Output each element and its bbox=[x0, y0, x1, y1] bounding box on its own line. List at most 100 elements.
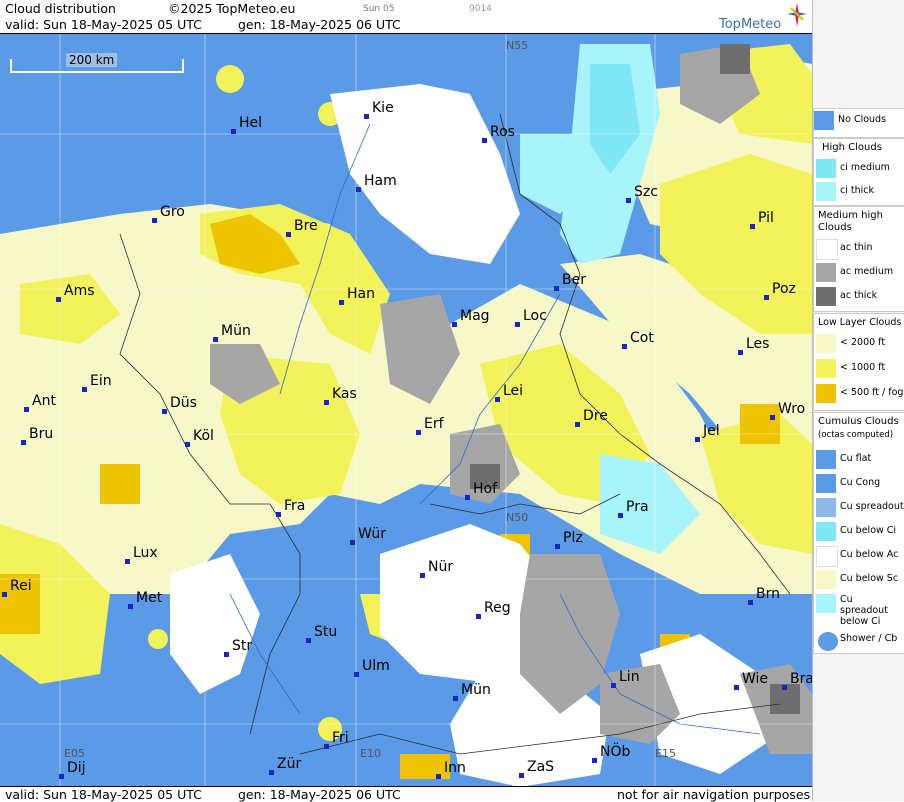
city-marker bbox=[764, 295, 769, 300]
legend-label-no-clouds: No Clouds bbox=[838, 114, 887, 125]
city-label: Reg bbox=[484, 600, 511, 616]
city-marker bbox=[622, 344, 627, 349]
city-label: Bra bbox=[790, 671, 812, 687]
city-marker bbox=[269, 770, 274, 775]
city-marker bbox=[56, 297, 61, 302]
city-label: Lei bbox=[503, 383, 523, 399]
city-marker bbox=[626, 198, 631, 203]
city-marker bbox=[354, 672, 359, 677]
city-label: Pra bbox=[626, 499, 649, 515]
city-marker bbox=[734, 685, 739, 690]
city-label: Inn bbox=[444, 760, 466, 776]
legend-panel: No Clouds High Clouds ci medium ci thick… bbox=[812, 0, 904, 801]
valid-time: valid: Sun 18-May-2025 05 UTC bbox=[5, 17, 202, 32]
city-marker bbox=[152, 218, 157, 223]
legend-low-2000: < 2000 ft bbox=[816, 332, 904, 354]
city-marker bbox=[306, 638, 311, 643]
city-marker bbox=[770, 415, 775, 420]
city-marker bbox=[575, 422, 580, 427]
city-label: Ham bbox=[364, 173, 397, 189]
legend-heading-medium: Medium high Clouds bbox=[818, 210, 883, 233]
footer-notice: not for air navigation purposes bbox=[617, 787, 811, 802]
city-marker bbox=[24, 407, 29, 412]
city-label: Han bbox=[347, 286, 375, 302]
city-label: Dre bbox=[583, 408, 608, 424]
city-label: Rei bbox=[10, 578, 32, 594]
legend-medium-clouds: Medium high Clouds ac thin ac medium ac … bbox=[813, 206, 904, 312]
legend-low-500: < 500 ft / fog bbox=[816, 382, 904, 404]
legend-heading-low: Low Layer Clouds bbox=[818, 317, 902, 328]
city-label: Ant bbox=[32, 393, 56, 409]
legend-cu-flat: Cu flat bbox=[816, 448, 904, 470]
mini-label-2: 9014 bbox=[469, 4, 492, 14]
city-marker bbox=[695, 437, 700, 442]
city-marker bbox=[364, 114, 369, 119]
city-label: Poz bbox=[772, 281, 796, 297]
city-marker bbox=[82, 387, 87, 392]
city-label: Nür bbox=[428, 559, 453, 575]
city-label: Ein bbox=[90, 373, 112, 389]
city-label: Köl bbox=[193, 428, 214, 444]
mini-label-1: Sun 05 bbox=[363, 4, 395, 14]
city-label: NÖb bbox=[600, 742, 630, 760]
city-marker bbox=[554, 286, 559, 291]
city-label: Düs bbox=[170, 395, 197, 411]
map-footer: valid: Sun 18-May-2025 05 UTC gen: 18-Ma… bbox=[0, 786, 812, 802]
city-marker bbox=[213, 337, 218, 342]
city-label: Fra bbox=[284, 498, 305, 514]
city-marker bbox=[738, 350, 743, 355]
city-label: Mün bbox=[221, 323, 251, 339]
city-label: Met bbox=[136, 590, 163, 606]
legend-ac-thick: ac thick bbox=[816, 285, 904, 307]
city-marker bbox=[224, 652, 229, 657]
city-label: Bre bbox=[294, 218, 318, 234]
legend-cu-below-ci: Cu below Ci bbox=[816, 520, 904, 542]
city-marker bbox=[476, 614, 481, 619]
legend-heading-cumulus: Cumulus Clouds bbox=[818, 416, 899, 427]
city-marker bbox=[286, 232, 291, 237]
coord-e05: E05 bbox=[64, 747, 85, 760]
compass-star-icon bbox=[787, 3, 807, 27]
city-label: Wro bbox=[778, 401, 805, 417]
city-marker bbox=[128, 604, 133, 609]
city-label: ZaS bbox=[527, 759, 554, 775]
city-label: Szc bbox=[634, 184, 658, 200]
legend-cu-spread-below-ci: Cu spreadout below Ci bbox=[816, 592, 904, 627]
legend-heading-high: High Clouds bbox=[822, 142, 882, 153]
legend-cu-below-ac: Cu below Ac bbox=[816, 544, 904, 567]
city-marker bbox=[618, 513, 623, 518]
city-label: Erf bbox=[424, 416, 445, 432]
city-marker bbox=[185, 442, 190, 447]
city-marker bbox=[436, 774, 441, 779]
city-marker bbox=[21, 440, 26, 445]
cloud-map[interactable]: N55 N50 E05 E10 E15 Kie Hel Ros Ham Szc Gro Br… bbox=[0, 33, 812, 787]
city-marker bbox=[748, 600, 753, 605]
city-marker bbox=[611, 683, 616, 688]
coord-e15: E15 bbox=[655, 747, 676, 760]
map-header: Cloud distribution ©2025 TopMeteo.eu Sun… bbox=[0, 0, 812, 33]
gen-time: gen: 18-May-2025 06 UTC bbox=[238, 17, 401, 32]
city-marker bbox=[231, 129, 236, 134]
city-marker bbox=[276, 512, 281, 517]
city-label: Brn bbox=[756, 586, 780, 602]
city-marker bbox=[495, 397, 500, 402]
city-label: Loc bbox=[523, 308, 547, 324]
city-label: Ber bbox=[562, 272, 586, 288]
city-label: Ulm bbox=[362, 658, 390, 674]
city-marker bbox=[453, 696, 458, 701]
city-marker bbox=[324, 400, 329, 405]
legend-cu-cong: Cu Cong bbox=[816, 472, 904, 494]
legend-cu-below-sc: Cu below Sc bbox=[816, 568, 904, 590]
coord-n55: N55 bbox=[506, 39, 528, 52]
city-marker bbox=[482, 138, 487, 143]
city-label: Mün bbox=[461, 682, 491, 698]
cloud-map-svg: N55 N50 E05 E10 E15 Kie Hel Ros Ham Szc Gro Br… bbox=[0, 34, 812, 787]
city-label: Zür bbox=[277, 756, 301, 772]
city-marker bbox=[420, 573, 425, 578]
city-label: Fri bbox=[332, 730, 349, 746]
legend-ac-thin: ac thin bbox=[816, 237, 904, 260]
city-marker bbox=[750, 224, 755, 229]
footer-gen-time: gen: 18-May-2025 06 UTC bbox=[238, 787, 401, 802]
city-label: Bru bbox=[29, 426, 53, 442]
city-marker bbox=[782, 685, 787, 690]
